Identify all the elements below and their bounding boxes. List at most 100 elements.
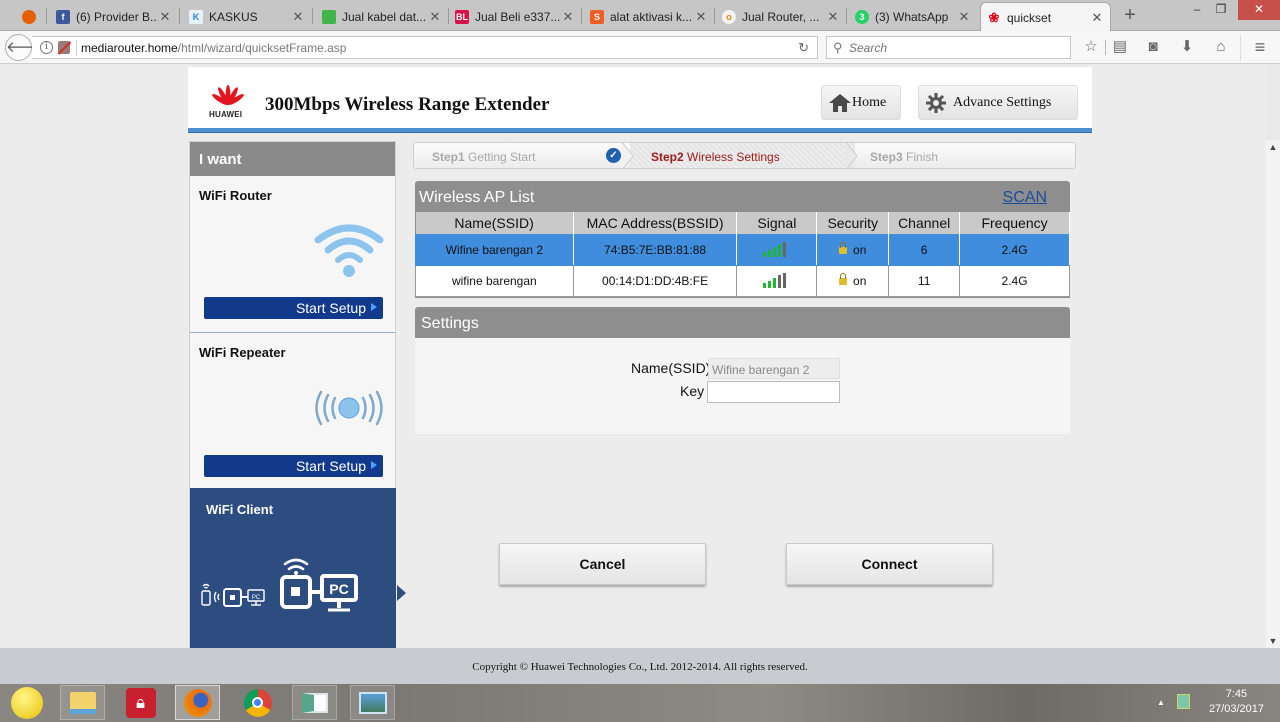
wifi-router-start-setup-button[interactable]: Start Setup bbox=[204, 297, 383, 319]
search-input[interactable] bbox=[849, 39, 1064, 56]
new-tab-button[interactable]: + bbox=[1120, 4, 1140, 26]
taskbar-smiley-app[interactable] bbox=[4, 685, 49, 720]
mac-cell: 74:B5:7E:BB:81:88 bbox=[572, 233, 738, 266]
insecure-connection-icon[interactable] bbox=[58, 41, 70, 54]
ap-list-title: Wireless AP List bbox=[419, 189, 535, 206]
page-header: HUAWEI 300Mbps Wireless Range Extender H… bbox=[188, 67, 1092, 130]
close-tab-icon[interactable]: ✕ bbox=[428, 9, 442, 25]
scan-link[interactable]: SCAN bbox=[1003, 189, 1047, 207]
navigation-toolbar: 🡐 i mediarouter.home/html/wizard/quickse… bbox=[0, 31, 1280, 64]
sidebar-item-wifi-repeater[interactable]: WiFi Repeater Start Setup bbox=[190, 333, 395, 488]
home-button[interactable]: Home bbox=[821, 85, 901, 120]
tab-shopee[interactable]: S alat aktivasi k... ✕ bbox=[584, 3, 714, 30]
wifi-icon bbox=[314, 224, 384, 277]
download-icon[interactable]: ⬇ bbox=[1176, 37, 1198, 57]
signal-bar bbox=[777, 244, 781, 258]
ap-table-row[interactable]: Wifine barengan 2 74:B5:7E:BB:81:88 on 6 2.4… bbox=[415, 233, 1070, 266]
firefox-icon bbox=[22, 9, 36, 24]
close-tab-icon[interactable]: ✕ bbox=[561, 9, 575, 25]
security-cell: on bbox=[816, 233, 890, 266]
header-divider bbox=[188, 128, 1092, 133]
scroll-down-icon[interactable]: ▼ bbox=[1266, 636, 1280, 646]
close-tab-icon[interactable]: ✕ bbox=[1090, 10, 1104, 26]
channel-cell: 11 bbox=[888, 264, 961, 297]
sidebar-item-wifi-client[interactable]: WiFi Client PC PC bbox=[190, 488, 396, 648]
pc-label-small: PC bbox=[252, 595, 261, 601]
settings-title: Settings bbox=[415, 307, 1070, 338]
signal-cell bbox=[736, 264, 818, 297]
home-icon[interactable]: ⌂ bbox=[1210, 37, 1232, 57]
sidebar-item-wifi-router[interactable]: WiFi Router Start Setup bbox=[190, 176, 395, 332]
pocket-icon[interactable]: ◙ bbox=[1142, 37, 1164, 57]
ssid-cell: wifine barengan bbox=[415, 264, 574, 297]
taskbar-chrome[interactable] bbox=[235, 685, 280, 720]
channel-cell: 6 bbox=[888, 233, 961, 266]
search-bar[interactable]: ⚲ bbox=[826, 36, 1071, 59]
site-info-icon[interactable]: i bbox=[40, 41, 53, 54]
shopee-icon: S bbox=[590, 9, 604, 24]
smiley-icon bbox=[10, 686, 43, 719]
reload-icon[interactable]: ↻ bbox=[798, 40, 809, 56]
page-scrollbar[interactable]: ▲ ▼ bbox=[1266, 140, 1280, 648]
browser-tab-strip: f (6) Provider B... ✕ K KASKUS ✕ Jual ka… bbox=[0, 0, 1280, 32]
tab-bukalapak[interactable]: BL Jual Beli e337... ✕ bbox=[449, 3, 581, 30]
scroll-up-icon[interactable]: ▲ bbox=[1266, 142, 1280, 152]
advance-settings-button[interactable]: Advance Settings bbox=[918, 85, 1078, 120]
signal-bar bbox=[762, 283, 766, 289]
mode-sidebar: I want WiFi Router Start Setup WiFi Repe… bbox=[189, 141, 396, 648]
step-3: Step3 Finish bbox=[870, 150, 939, 164]
tab-quickset[interactable]: ❀ quickset ✕ bbox=[980, 2, 1111, 32]
close-window-button[interactable]: ✕ bbox=[1238, 0, 1280, 20]
signal-strength-icon bbox=[762, 272, 791, 289]
wifi-repeater-start-setup-button[interactable]: Start Setup bbox=[204, 455, 383, 477]
taskbar-photos[interactable] bbox=[350, 685, 395, 720]
column-header: Signal bbox=[736, 212, 818, 234]
tab-olx[interactable]: o Jual Router, ... ✕ bbox=[716, 3, 846, 30]
tab-firefox-home[interactable] bbox=[16, 3, 46, 30]
tab-tokopedia[interactable]: Jual kabel dat... ✕ bbox=[316, 3, 448, 30]
url-bar[interactable]: i mediarouter.home/html/wizard/quicksetF… bbox=[32, 36, 818, 59]
network-tray-icon[interactable] bbox=[1177, 694, 1190, 709]
firefox-icon bbox=[183, 688, 212, 717]
copyright-footer: Copyright © Huawei Technologies Co., Ltd… bbox=[0, 648, 1280, 684]
lock-icon bbox=[839, 272, 848, 285]
gear-icon bbox=[926, 92, 946, 113]
close-tab-icon[interactable]: ✕ bbox=[957, 9, 971, 25]
ap-table-row[interactable]: wifine barengan 00:14:D1:DD:4B:FE on 11 2.4G bbox=[415, 264, 1070, 297]
step-complete-check-icon: ✓ bbox=[606, 148, 621, 163]
close-tab-icon[interactable]: ✕ bbox=[826, 9, 840, 25]
key-field[interactable] bbox=[707, 381, 840, 403]
bukalapak-icon: BL bbox=[455, 9, 469, 24]
chrome-icon bbox=[243, 688, 272, 717]
wizard-steps: Step1 Getting Start ✓ Step2 Wireless Set… bbox=[413, 142, 1076, 169]
url-text[interactable]: mediarouter.home/html/wizard/quicksetFra… bbox=[81, 41, 346, 55]
tokopedia-icon bbox=[322, 9, 336, 24]
show-hidden-icons-icon[interactable]: ▲ bbox=[1157, 698, 1165, 707]
key-label: Key bbox=[680, 383, 705, 399]
taskbar-file-explorer[interactable] bbox=[60, 685, 105, 720]
tab-kaskus[interactable]: K KASKUS ✕ bbox=[183, 3, 311, 30]
signal-cell bbox=[736, 233, 818, 266]
close-tab-icon[interactable]: ✕ bbox=[291, 9, 305, 25]
tab-whatsapp[interactable]: 3 (3) WhatsApp ✕ bbox=[849, 3, 977, 30]
cancel-button[interactable]: Cancel bbox=[499, 543, 706, 585]
taskbar-lock-app[interactable]: 🔒︎ bbox=[118, 685, 163, 720]
menu-icon[interactable]: ≡ bbox=[1249, 37, 1271, 57]
restore-button[interactable]: ❐ bbox=[1206, 0, 1236, 20]
signal-strength-icon bbox=[762, 241, 791, 258]
connect-button[interactable]: Connect bbox=[786, 543, 993, 585]
system-clock[interactable]: 7:45 27/03/2017 bbox=[1209, 687, 1264, 717]
tab-facebook[interactable]: f (6) Provider B... ✕ bbox=[50, 3, 178, 30]
back-button[interactable]: 🡐 bbox=[5, 34, 46, 61]
ssid-field[interactable] bbox=[708, 358, 840, 379]
kaskus-icon: K bbox=[189, 9, 203, 24]
taskbar-app-window[interactable] bbox=[292, 685, 337, 720]
reading-list-icon[interactable]: ▤ bbox=[1109, 37, 1131, 57]
close-tab-icon[interactable]: ✕ bbox=[694, 9, 708, 25]
close-tab-icon[interactable]: ✕ bbox=[158, 9, 172, 25]
lock-icon bbox=[839, 241, 848, 254]
window-app-icon bbox=[301, 692, 328, 713]
taskbar-firefox[interactable] bbox=[175, 685, 220, 720]
selected-mode-arrow-icon bbox=[397, 585, 406, 601]
bookmark-star-icon[interactable]: ☆ bbox=[1080, 37, 1102, 57]
